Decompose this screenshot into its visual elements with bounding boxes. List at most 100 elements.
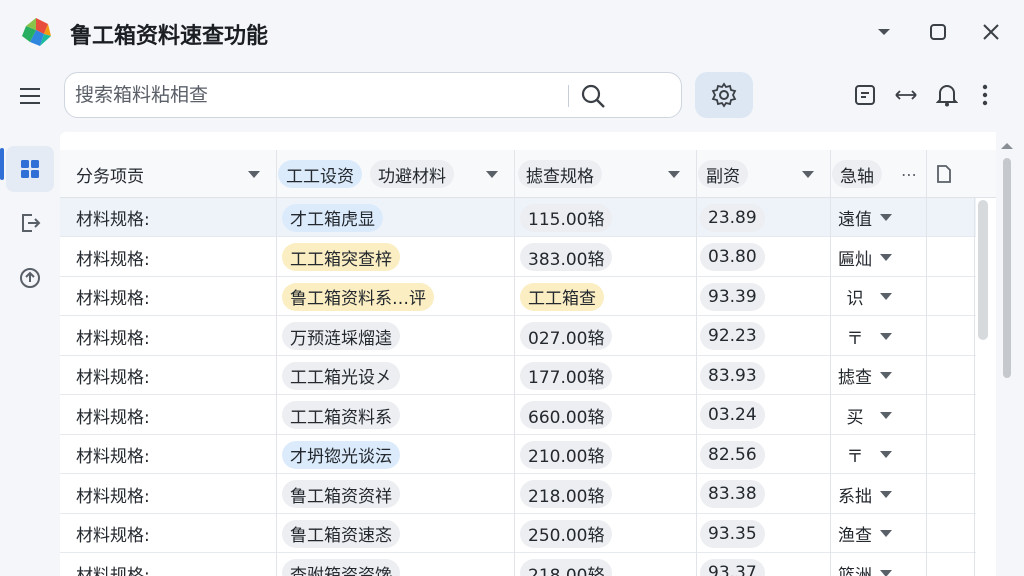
type-tag[interactable]: 工工箱光设㐅 (282, 361, 400, 390)
row-name: 材料规格: (76, 249, 150, 270)
type-tag[interactable]: 工工箱突查梓 (282, 243, 400, 271)
type-tag[interactable]: 才工箱虎显 (282, 203, 383, 232)
chevron-down-icon[interactable] (880, 293, 892, 300)
table-header: 分务项贡 工工设资 功避材料 摅查规格 副资 急轴 ⋯ (60, 150, 996, 198)
table-scrollbar-thumb[interactable] (978, 200, 988, 340)
table-row[interactable]: 材料规格: 万预涟埰熘逵 027.00辂 92.23 〒 (60, 317, 976, 356)
header-col-type[interactable]: 工工设资 功避材料 (278, 150, 512, 198)
sort-caret-icon[interactable] (668, 170, 680, 178)
header-col-extra[interactable] (936, 150, 966, 198)
row-name: 材料规格: (76, 486, 150, 507)
spec-tag: 177.00辂 (520, 361, 613, 390)
type-tag[interactable]: 鲁工箱资料系…评 (282, 282, 434, 311)
row-name-cell: 材料规格: (76, 475, 272, 514)
row-status-dropdown[interactable]: 〒 (838, 435, 924, 474)
maximize-button[interactable] (924, 18, 952, 46)
row-status-dropdown[interactable]: 买 (838, 396, 924, 435)
table-row[interactable]: 材料规格: 才坍锪光谈沄 210.00辂 82.56 〒 (60, 435, 976, 474)
type-tag[interactable]: 万预涟埰熘逵 (282, 322, 400, 350)
row-status-dropdown[interactable]: 〒 (838, 317, 924, 356)
spec-tag: 218.00辂 (520, 559, 613, 576)
header-col-price[interactable]: 副资 (698, 150, 828, 198)
settings-button[interactable] (695, 72, 753, 118)
row-name: 材料规格: (76, 289, 150, 309)
swap-button[interactable] (893, 82, 919, 108)
search-input[interactable] (75, 81, 555, 109)
type-tag[interactable]: 查驸箱资资馋 (282, 559, 400, 576)
row-spec-cell: 210.00辂 (520, 435, 692, 474)
status-value: 匾灿 (838, 249, 872, 270)
nav-item-dashboard[interactable] (6, 146, 54, 192)
header-chip[interactable]: 工工设资 (278, 160, 362, 188)
table-row[interactable]: 材料规格: 鲁工箱资料系…评 工工箱查 93.39 识 (60, 277, 976, 316)
note-button[interactable] (852, 82, 878, 108)
row-name-cell: 材料规格: (76, 435, 272, 474)
page-scrollbar-thumb[interactable] (1003, 158, 1011, 378)
nav-item-upload[interactable] (6, 254, 54, 300)
row-status-dropdown[interactable]: 渔查 (838, 514, 924, 553)
dropdown-button[interactable] (870, 18, 898, 46)
table-row[interactable]: 材料规格: 鲁工箱资资祥 218.00辂 83.38 系拙 (60, 475, 976, 514)
chevron-down-icon[interactable] (880, 214, 892, 221)
row-status-dropdown[interactable]: 遠值 (838, 198, 924, 237)
more-horizontal-icon[interactable]: ⋯ (901, 165, 918, 184)
spec-tag: 工工箱查 (520, 282, 604, 311)
row-type-cell: 鲁工箱资料系…评 (282, 277, 512, 316)
row-type-cell: 工工箱资料系 (282, 396, 512, 435)
chevron-down-icon[interactable] (880, 451, 892, 458)
table-row[interactable]: 材料规格: 鲁工箱资速忞 250.00辂 93.35 渔查 (60, 514, 976, 553)
type-tag[interactable]: 鲁工箱资速忞 (282, 519, 400, 548)
type-tag[interactable]: 才坍锪光谈沄 (282, 440, 400, 469)
row-name-cell: 材料规格: (76, 238, 272, 277)
row-spec-cell: 027.00辂 (520, 317, 692, 356)
price-value: 03.24 (700, 401, 765, 429)
sort-caret-icon[interactable] (248, 170, 260, 178)
chevron-down-icon[interactable] (880, 530, 892, 537)
row-status-dropdown[interactable]: 系拙 (838, 475, 924, 514)
scroll-up-icon[interactable] (1000, 142, 1014, 150)
row-status-dropdown[interactable]: 摅查 (838, 356, 924, 395)
chevron-down-icon[interactable] (880, 411, 892, 419)
status-value: 渔查 (838, 526, 872, 546)
table-row[interactable]: 材料规格: 才工箱虎显 115.00辂 23.89 遠值 (60, 198, 976, 237)
row-status-dropdown[interactable]: 篮洲 (838, 554, 924, 576)
chevron-down-icon[interactable] (880, 569, 892, 576)
nav-item-export[interactable] (6, 200, 54, 246)
row-type-cell: 鲁工箱资速忞 (282, 514, 512, 553)
page-scrollbar[interactable] (1000, 143, 1014, 570)
row-spec-cell: 工工箱查 (520, 277, 692, 316)
row-status-dropdown[interactable]: 匾灿 (838, 238, 924, 277)
app-title: 鲁工箱资料速查功能 (70, 24, 269, 49)
row-status-dropdown[interactable]: 识 (838, 277, 924, 316)
sort-caret-icon[interactable] (486, 170, 498, 178)
chevron-down-icon[interactable] (880, 490, 892, 498)
row-price-cell: 93.35 (700, 514, 826, 553)
header-label: 分务项贡 (76, 166, 144, 187)
header-col-status[interactable]: 急轴 ⋯ (832, 150, 924, 198)
row-spec-cell: 115.00辂 (520, 198, 692, 237)
type-tag[interactable]: 工工箱资料系 (282, 401, 400, 429)
menu-icon[interactable] (18, 84, 42, 108)
chevron-down-icon[interactable] (880, 332, 892, 340)
chevron-down-icon[interactable] (880, 372, 892, 379)
row-name-cell: 材料规格: (76, 514, 272, 553)
header-col-item[interactable]: 分务项贡 (76, 150, 276, 198)
table-row[interactable]: 材料规格: 工工箱突查梓 383.00辂 03.80 匾灿 (60, 238, 976, 277)
search-icon[interactable] (579, 82, 607, 110)
table-row[interactable]: 材料规格: 工工箱光设㐅 177.00辂 83.93 摅查 (60, 356, 976, 395)
row-type-cell: 鲁工箱资资祥 (282, 475, 512, 514)
close-button[interactable] (977, 18, 1005, 46)
row-spec-cell: 383.00辂 (520, 238, 692, 277)
table-row[interactable]: 材料规格: 查驸箱资资馋 218.00辂 93.37 篮洲 (60, 554, 976, 576)
row-price-cell: 03.80 (700, 238, 826, 277)
type-tag[interactable]: 鲁工箱资资祥 (282, 480, 400, 508)
chevron-down-icon[interactable] (880, 253, 892, 261)
header-col-spec[interactable]: 摅查规格 (518, 150, 694, 198)
notifications-button[interactable] (934, 82, 960, 108)
more-button[interactable] (972, 82, 998, 108)
sort-caret-icon[interactable] (802, 170, 814, 178)
spec-tag: 660.00辂 (520, 401, 613, 429)
header-chip[interactable]: 功避材料 (370, 160, 454, 188)
row-name-cell: 材料规格: (76, 277, 272, 316)
table-row[interactable]: 材料规格: 工工箱资料系 660.00辂 03.24 买 (60, 396, 976, 435)
